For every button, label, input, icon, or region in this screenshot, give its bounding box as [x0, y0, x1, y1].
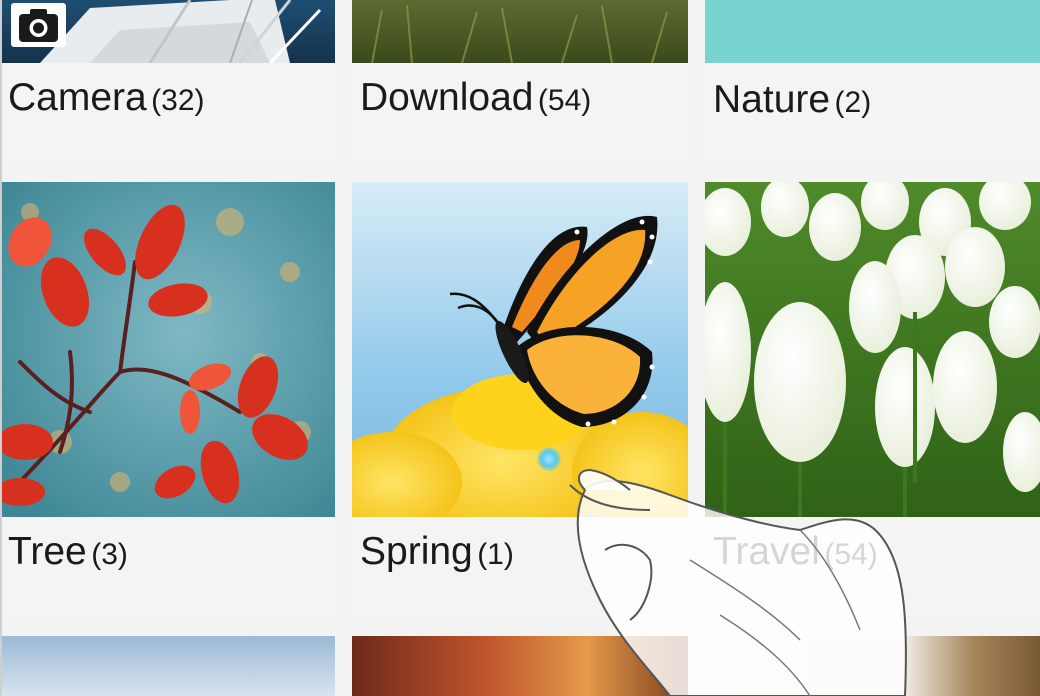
album-caption-tree: Tree (3)	[8, 530, 128, 574]
album-tile-row3-left[interactable]	[0, 636, 335, 696]
album-tile-travel[interactable]: Travel (54)	[705, 182, 1040, 616]
album-caption-spring: Spring (1)	[360, 530, 514, 574]
album-name: Nature	[713, 78, 831, 121]
album-thumbnail	[705, 636, 1040, 696]
album-name: Tree	[8, 530, 87, 573]
album-thumbnail-download	[352, 0, 688, 63]
album-thumbnail	[352, 636, 688, 696]
touch-indicator	[537, 447, 561, 471]
album-thumbnail-nature	[705, 0, 1040, 63]
album-name: Download	[360, 76, 534, 119]
album-count: (54)	[824, 538, 878, 571]
camera-icon	[11, 3, 66, 47]
album-count: (32)	[151, 84, 205, 117]
album-tile-download[interactable]: Download (54)	[352, 0, 688, 160]
album-caption-nature: Nature (2)	[713, 78, 871, 122]
album-name: Spring	[360, 530, 473, 573]
album-tile-row3-middle[interactable]	[352, 636, 688, 696]
album-tile-nature[interactable]: Nature (2)	[705, 0, 1040, 160]
album-caption-travel: Travel (54)	[713, 530, 878, 574]
album-count: (1)	[477, 538, 514, 571]
album-thumbnail-travel	[705, 182, 1040, 517]
album-tile-tree[interactable]: Tree (3)	[0, 182, 335, 616]
album-caption-download: Download (54)	[360, 76, 591, 120]
album-count: (3)	[91, 538, 128, 571]
album-name: Travel	[713, 530, 820, 573]
left-edge-divider	[0, 0, 2, 696]
album-tile-camera[interactable]: Camera (32)	[0, 0, 335, 160]
album-count: (2)	[834, 86, 872, 119]
album-thumbnail	[0, 636, 335, 696]
album-tile-row3-right[interactable]	[705, 636, 1040, 696]
album-thumbnail-tree	[0, 182, 335, 517]
gallery-album-grid: Camera (32) Download (54) Nature (2) Tre…	[0, 0, 1040, 696]
album-caption-camera: Camera (32)	[8, 76, 205, 120]
album-thumbnail-spring	[352, 182, 688, 517]
album-count: (54)	[537, 84, 592, 117]
album-tile-spring[interactable]: Spring (1)	[352, 182, 688, 616]
album-name: Camera	[8, 76, 147, 119]
